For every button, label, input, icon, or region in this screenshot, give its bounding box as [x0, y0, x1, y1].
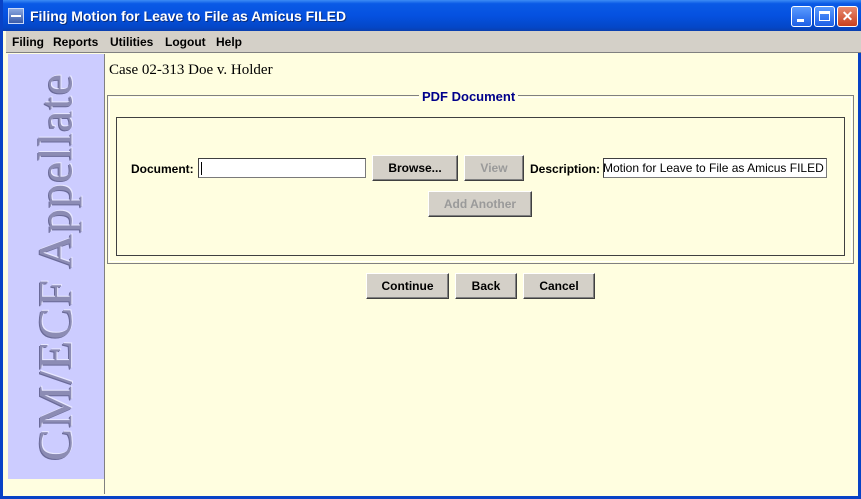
pdf-document-legend: PDF Document	[419, 89, 519, 104]
sidebar-brand-text: CM/ECF Appellate	[29, 72, 83, 461]
content-divider	[104, 54, 105, 494]
menu-filing[interactable]: Filing	[12, 35, 44, 49]
browse-button[interactable]: Browse...	[372, 155, 458, 181]
maximize-button[interactable]	[814, 6, 835, 27]
window-title: Filing Motion for Leave to File as Amicu…	[30, 8, 347, 24]
continue-button[interactable]: Continue	[366, 273, 449, 299]
pdf-document-panel	[116, 117, 845, 256]
back-button[interactable]: Back	[455, 273, 517, 299]
minimize-button[interactable]	[791, 6, 812, 27]
text-cursor	[201, 162, 202, 175]
minimize-icon	[797, 19, 804, 22]
title-bar[interactable]: Filing Motion for Leave to File as Amicu…	[3, 0, 861, 31]
menu-utilities[interactable]: Utilities	[110, 35, 153, 49]
description-label: Description:	[530, 162, 601, 176]
sidebar-banner: CM/ECF Appellate	[8, 54, 104, 479]
menu-logout[interactable]: Logout	[165, 35, 206, 49]
cancel-button[interactable]: Cancel	[523, 273, 595, 299]
close-icon: ✕	[841, 8, 854, 24]
maximize-icon	[819, 11, 830, 21]
document-field[interactable]	[198, 158, 366, 178]
menu-reports[interactable]: Reports	[53, 35, 98, 49]
menu-bar: Filing Reports Utilities Logout Help	[6, 31, 861, 53]
close-button[interactable]: ✕	[837, 6, 858, 27]
app-icon	[8, 8, 24, 24]
add-another-button[interactable]: Add Another	[428, 191, 532, 217]
document-label: Document:	[131, 162, 194, 176]
view-button[interactable]: View	[464, 155, 524, 181]
menu-help[interactable]: Help	[216, 35, 242, 49]
case-title: Case 02-313 Doe v. Holder	[109, 62, 273, 78]
description-field[interactable]	[603, 158, 827, 178]
app-window: Filing Motion for Leave to File as Amicu…	[0, 0, 861, 499]
